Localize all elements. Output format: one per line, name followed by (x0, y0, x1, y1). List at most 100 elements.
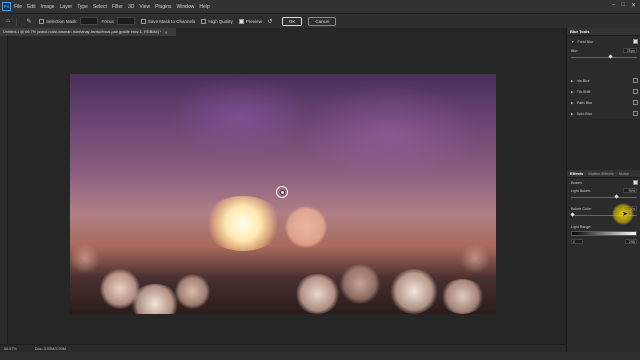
blur-gallery-tool-icon[interactable]: ✎ (25, 17, 33, 25)
focus-label: Focus (101, 18, 114, 24)
blur-item-label: Path Blur (576, 100, 593, 105)
high-quality-label: High Quality (208, 18, 233, 24)
blur-item-label: Iris Blur (576, 78, 590, 83)
blur-item-label: Spin Blur (576, 111, 593, 116)
slider-knob[interactable] (570, 212, 575, 217)
maximize-button[interactable]: □ (621, 2, 625, 9)
bokeh-label: Bokeh (571, 180, 582, 185)
expand-triangle-icon[interactable]: ▶ (571, 79, 574, 83)
preview-checkbox[interactable] (238, 18, 244, 24)
light-range-high-field[interactable]: 255 (625, 239, 637, 244)
bokeh-highlight (203, 196, 283, 251)
selection-mask-label: Selection Mask (46, 18, 77, 24)
menu-type[interactable]: Type (77, 4, 88, 10)
expand-triangle-icon[interactable]: ▼ (571, 40, 574, 44)
home-icon[interactable]: ⌂ (4, 17, 12, 25)
separator (16, 16, 17, 26)
bokeh-checkbox[interactable] (633, 180, 638, 185)
bokeh-highlight (340, 264, 380, 304)
blur-item-spin-blur[interactable]: ▶ Spin Blur (567, 108, 640, 119)
light-range-gradient[interactable] (571, 231, 637, 236)
close-tab-icon[interactable]: ✕ (164, 30, 167, 35)
minimize-button[interactable]: – (612, 2, 615, 9)
blur-pin-center (280, 190, 285, 195)
menu-view[interactable]: View (139, 4, 150, 10)
bokeh-highlight (295, 274, 340, 314)
tab-effects[interactable]: Effects (570, 171, 583, 176)
selection-mask-field[interactable] (79, 17, 98, 25)
blur-item-iris-blur[interactable]: ▶ Iris Blur (567, 75, 640, 86)
expand-triangle-icon[interactable]: ▶ (571, 90, 574, 94)
preview-label: Preview (245, 18, 262, 24)
menu-plugins[interactable]: Plugins (155, 4, 171, 10)
menu-file[interactable]: File (14, 4, 22, 10)
blur-item-path-blur[interactable]: ▶ Path Blur (567, 97, 640, 108)
light-bokeh-field[interactable]: 70% (623, 188, 637, 193)
blur-item-label: Field Blur (577, 39, 594, 44)
spin-blur-checkbox[interactable] (633, 111, 638, 116)
focus-field[interactable] (116, 17, 135, 25)
menu-bar: Ps File Edit Image Layer Type Select Fil… (0, 0, 640, 13)
light-bokeh-slider[interactable] (571, 194, 637, 199)
document-title: Untitled-1 @ 66.7% (sokol-nolar-vosman-n… (3, 30, 162, 34)
photoshop-logo: Ps (2, 2, 11, 11)
panel-spacer (567, 119, 640, 170)
menu-filter[interactable]: Filter (112, 4, 123, 10)
slider-knob[interactable] (614, 194, 619, 199)
bokeh-highlight (460, 244, 490, 274)
bokeh-highlight (70, 244, 100, 274)
bokeh-highlight (440, 279, 485, 314)
blur-tools-title[interactable]: Blur Tools (570, 29, 589, 34)
menu-3d[interactable]: 3D (128, 4, 134, 10)
slider-track (571, 56, 637, 58)
light-range-low-field[interactable]: 0 (571, 239, 583, 244)
zoom-level[interactable]: 66.67% (4, 347, 17, 351)
iris-blur-checkbox[interactable] (633, 78, 638, 83)
save-mask-label: Save Mask to Channels (147, 18, 196, 24)
blur-item-field-blur[interactable]: ▼ Field Blur (567, 36, 640, 47)
effects-tabs: Effects Motion Effects Noise (567, 170, 640, 178)
expand-triangle-icon[interactable]: ▶ (571, 112, 574, 116)
slider-track (571, 196, 637, 198)
blur-amount-row: Blur: 78 px (567, 47, 640, 55)
field-blur-checkbox[interactable] (633, 39, 638, 44)
cancel-button[interactable]: Cancel (308, 16, 337, 26)
menu-edit[interactable]: Edit (27, 4, 36, 10)
menu-window[interactable]: Window (177, 4, 195, 10)
expand-triangle-icon[interactable]: ▶ (571, 101, 574, 105)
blur-amount-slider[interactable] (571, 54, 637, 59)
tab-noise[interactable]: Noise (619, 171, 629, 176)
light-range-values: 0 255 (571, 238, 637, 247)
menu-help[interactable]: Help (199, 4, 209, 10)
light-bokeh-label: Light Bokeh: (571, 189, 591, 193)
path-blur-checkbox[interactable] (633, 100, 638, 105)
bokeh-highlight (390, 269, 438, 314)
menu-image[interactable]: Image (41, 4, 55, 10)
bokeh-color-label: Bokeh Color: (571, 207, 592, 211)
menu-layer[interactable]: Layer (60, 4, 73, 10)
bokeh-highlight (285, 206, 327, 248)
bokeh-photo-canvas[interactable] (70, 74, 496, 314)
bokeh-row: Bokeh (567, 178, 640, 187)
blur-amount-field[interactable]: 78 px (623, 48, 637, 53)
right-panel: Blur Tools ▼ Field Blur Blur: 78 px ▶ Ir… (566, 28, 640, 352)
selection-mask-checkbox[interactable] (39, 18, 44, 24)
blur-pin-handle[interactable] (276, 186, 288, 198)
document-tab[interactable]: Untitled-1 @ 66.7% (sokol-nolar-vosman-n… (0, 28, 176, 36)
tilt-shift-checkbox[interactable] (633, 89, 638, 94)
save-mask-checkbox[interactable] (140, 18, 146, 24)
tools-panel (0, 36, 8, 344)
tab-motion-effects[interactable]: Motion Effects (588, 171, 613, 176)
bokeh-highlight (175, 274, 210, 309)
reset-icon[interactable]: ↺ (266, 17, 274, 25)
close-window-button[interactable]: ✕ (631, 2, 636, 9)
document-info: Doc: 5.93M/5.93M (34, 347, 66, 351)
high-quality-checkbox[interactable] (201, 18, 207, 24)
ok-button[interactable]: OK (281, 16, 303, 26)
menu-select[interactable]: Select (93, 4, 107, 10)
options-bar: ⌂ ✎ Selection Mask Focus Save Mask to Ch… (0, 13, 640, 29)
blur-amount-label: Blur: (571, 49, 579, 53)
slider-knob[interactable] (608, 54, 613, 59)
light-range-row: Light Range: (567, 223, 640, 231)
blur-item-tilt-shift[interactable]: ▶ Tilt-Shift (567, 86, 640, 97)
